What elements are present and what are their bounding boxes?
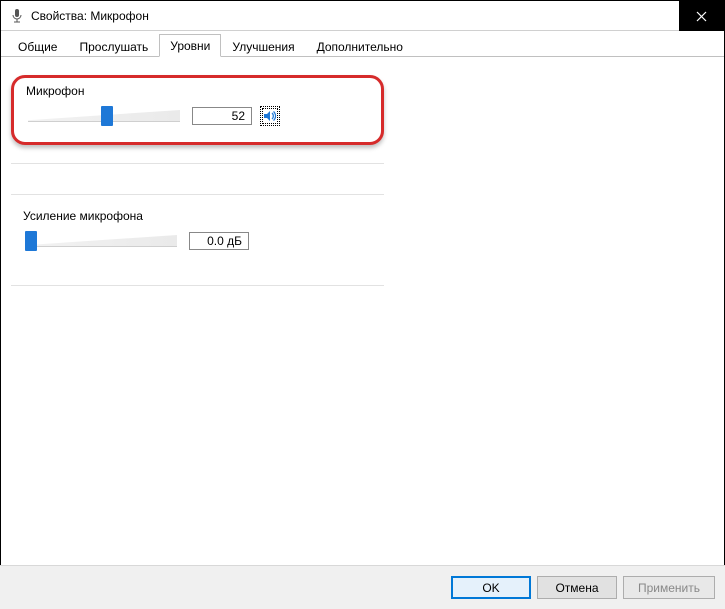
mute-button[interactable] xyxy=(260,106,280,126)
tab-content: Микрофон 52 Усиление микрофона xyxy=(1,57,724,563)
speaker-icon xyxy=(263,109,277,123)
boost-label: Усиление микрофона xyxy=(23,209,374,223)
microphone-slider-thumb[interactable] xyxy=(101,106,113,126)
apply-button[interactable]: Применить xyxy=(623,576,715,599)
cancel-button[interactable]: Отмена xyxy=(537,576,617,599)
separator xyxy=(11,163,384,164)
button-bar: OK Отмена Применить xyxy=(0,565,725,609)
title-bar: Свойства: Микрофон xyxy=(1,1,724,31)
boost-value[interactable]: 0.0 дБ xyxy=(189,232,249,250)
boost-slider-thumb[interactable] xyxy=(25,231,37,251)
boost-slider[interactable] xyxy=(21,229,181,253)
tab-advanced[interactable]: Дополнительно xyxy=(306,35,414,57)
tab-general[interactable]: Общие xyxy=(7,35,68,57)
microphone-level-group: Микрофон 52 xyxy=(11,75,384,145)
microphone-icon xyxy=(9,8,25,24)
ok-button[interactable]: OK xyxy=(451,576,531,599)
tab-strip: Общие Прослушать Уровни Улучшения Дополн… xyxy=(1,31,724,57)
tab-listen[interactable]: Прослушать xyxy=(68,35,159,57)
separator-2 xyxy=(11,285,384,286)
microphone-boost-group: Усиление микрофона 0.0 дБ xyxy=(11,194,384,267)
microphone-label: Микрофон xyxy=(26,84,371,98)
tab-levels[interactable]: Уровни xyxy=(159,34,221,57)
tab-enhancements[interactable]: Улучшения xyxy=(221,35,305,57)
microphone-value[interactable]: 52 xyxy=(192,107,252,125)
close-button[interactable] xyxy=(679,1,724,31)
microphone-slider[interactable] xyxy=(24,104,184,128)
window-title: Свойства: Микрофон xyxy=(31,9,149,23)
